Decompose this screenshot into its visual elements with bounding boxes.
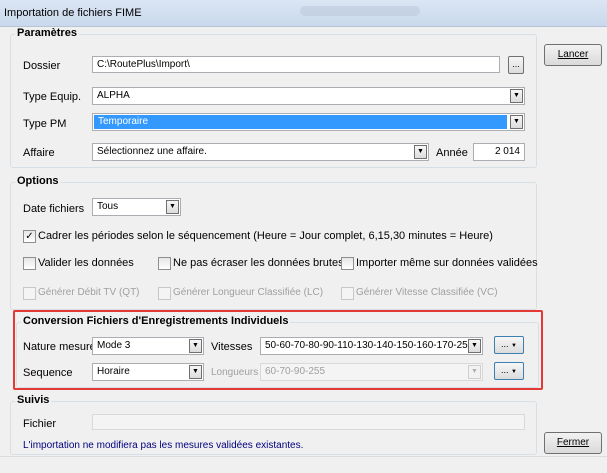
generer-vitesse-label: Générer Vitesse Classifiée (VC): [356, 287, 498, 298]
generer-longueur-checkbox[interactable]: [158, 287, 171, 300]
affaire-combo[interactable]: Sélectionnez une affaire. ▼: [92, 143, 429, 161]
affaire-value: Sélectionnez une affaire.: [97, 146, 207, 157]
sequence-value: Horaire: [97, 366, 130, 377]
sequence-dropdown-icon[interactable]: ▼: [189, 365, 202, 379]
date-fichiers-dropdown-icon[interactable]: ▼: [166, 200, 179, 214]
longueurs-dropdown-icon[interactable]: ▼: [468, 365, 481, 379]
annee-field[interactable]: 2 014: [473, 143, 525, 161]
longueurs-edit-button[interactable]: ... ▼: [494, 362, 524, 380]
lancer-label: Lancer: [557, 49, 589, 60]
options-title: Options: [15, 175, 61, 187]
vitesses-value: 50-60-70-80-90-110-130-140-150-160-170-2…: [265, 340, 468, 351]
cadrer-label: Cadrer les périodes selon le séquencemen…: [38, 230, 493, 242]
window-title: Importation de fichiers FIME: [4, 7, 142, 19]
nature-mesure-label: Nature mesure: [23, 341, 96, 353]
valider-checkbox[interactable]: [23, 257, 36, 270]
type-equip-value: ALPHA: [97, 90, 130, 101]
generer-debit-label: Générer Débit TV (QT): [38, 287, 140, 298]
fichier-field: [92, 414, 525, 430]
lancer-button[interactable]: Lancer: [544, 44, 602, 66]
type-pm-label: Type PM: [23, 118, 67, 130]
dossier-browse-button[interactable]: ...: [508, 56, 524, 74]
type-equip-combo[interactable]: ALPHA ▼: [92, 87, 525, 105]
nature-mesure-value: Mode 3: [97, 340, 131, 351]
type-equip-label: Type Equip.: [23, 91, 82, 103]
generer-debit-checkbox[interactable]: [23, 287, 36, 300]
longueurs-combo[interactable]: 60-70-90-255 ▼: [260, 363, 483, 381]
vitesses-combo[interactable]: 50-60-70-80-90-110-130-140-150-160-170-2…: [260, 337, 483, 355]
vitesses-edit-dropdown-icon: ▼: [511, 343, 517, 349]
vitesses-dropdown-icon[interactable]: ▼: [468, 339, 481, 353]
vitesses-label: Vitesses: [211, 341, 253, 353]
date-fichiers-combo[interactable]: Tous ▼: [92, 198, 181, 216]
cadrer-checkbox[interactable]: ✓: [23, 230, 36, 243]
fermer-button[interactable]: Fermer: [544, 432, 602, 454]
affaire-label: Affaire: [23, 147, 55, 159]
type-pm-combo[interactable]: Temporaire ▼: [92, 113, 525, 131]
import-note: L'importation ne modifiera pas les mesur…: [23, 440, 304, 451]
longueurs-label: Longueurs: [211, 367, 259, 378]
longueurs-edit-label: ...: [501, 365, 509, 375]
type-pm-value: Temporaire: [94, 115, 507, 129]
ne-pas-ecraser-label: Ne pas écraser les données brutes: [173, 257, 344, 269]
status-strip: [0, 456, 607, 473]
affaire-dropdown-icon[interactable]: ▼: [414, 145, 427, 159]
generer-vitesse-checkbox[interactable]: [341, 287, 354, 300]
vitesses-edit-button[interactable]: ... ▼: [494, 336, 524, 354]
dossier-label: Dossier: [23, 60, 61, 72]
importer-meme-label: Importer même sur données validées: [356, 257, 538, 269]
longueurs-value: 60-70-90-255: [265, 366, 326, 377]
dossier-value: C:\RoutePlus\Import\: [97, 59, 190, 70]
importer-meme-checkbox[interactable]: [341, 257, 354, 270]
type-pm-dropdown-icon[interactable]: ▼: [510, 115, 523, 129]
nature-mesure-dropdown-icon[interactable]: ▼: [189, 339, 202, 353]
valider-label: Valider les données: [38, 257, 134, 269]
sequence-label: Sequence: [23, 367, 73, 379]
annee-label: Année: [436, 147, 468, 159]
conversion-title: Conversion Fichiers d'Enregistrements In…: [21, 315, 291, 327]
fichier-label: Fichier: [23, 418, 57, 430]
type-equip-dropdown-icon[interactable]: ▼: [510, 89, 523, 103]
suivis-title: Suivis: [15, 394, 52, 406]
parametres-title: Paramètres: [15, 27, 79, 39]
date-fichiers-value: Tous: [97, 201, 119, 212]
title-blur: [300, 6, 420, 16]
ne-pas-ecraser-checkbox[interactable]: [158, 257, 171, 270]
fermer-label: Fermer: [556, 437, 590, 448]
dossier-field[interactable]: C:\RoutePlus\Import\: [92, 56, 500, 73]
title-bar: Importation de fichiers FIME: [0, 0, 607, 27]
sequence-combo[interactable]: Horaire ▼: [92, 363, 204, 381]
generer-longueur-label: Générer Longueur Classifiée (LC): [173, 287, 324, 298]
date-fichiers-label: Date fichiers: [23, 203, 85, 215]
longueurs-edit-dropdown-icon: ▼: [511, 369, 517, 375]
nature-mesure-combo[interactable]: Mode 3 ▼: [92, 337, 204, 355]
vitesses-edit-label: ...: [501, 339, 509, 349]
annee-value: 2 014: [494, 146, 520, 157]
